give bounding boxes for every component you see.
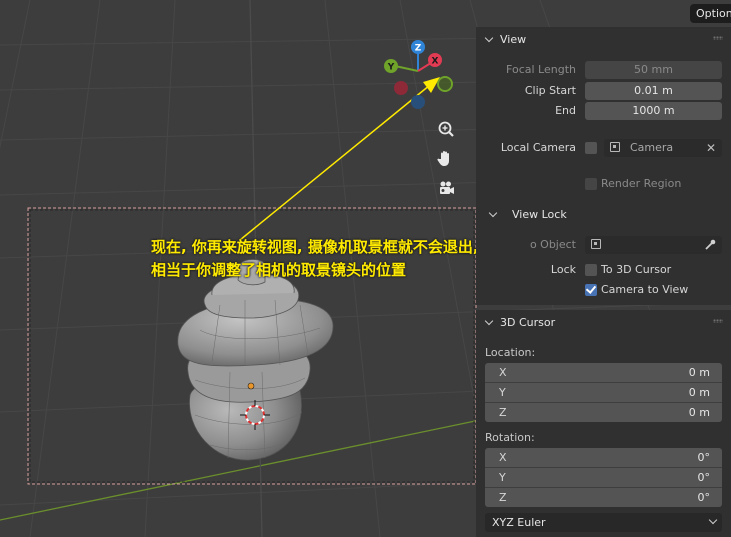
drag-grip-icon[interactable] xyxy=(713,36,723,40)
annotation-line-2: 相当于你调整了相机的取景镜头的位置 xyxy=(151,261,407,279)
clip-start-field[interactable]: 0.01 m xyxy=(585,82,722,100)
annotation-line-1: 现在, 你再来旋转视图, 摄像机取景框就不会退出, xyxy=(151,238,479,256)
clip-end-field[interactable]: 1000 m xyxy=(585,102,722,120)
gizmo-x-label: X xyxy=(432,57,439,67)
local-camera-value: Camera xyxy=(630,141,674,154)
chevron-down-icon xyxy=(708,515,718,525)
view-panel: View Focal Length 50 mm Clip Start 0.01 … xyxy=(476,27,731,305)
rotation-x-field[interactable]: X 0° xyxy=(485,448,722,468)
lock-to-object-row: o Object xyxy=(476,236,731,254)
focal-length-label: Focal Length xyxy=(506,63,576,76)
rotation-y-field[interactable]: Y 0° xyxy=(485,468,722,488)
object-icon xyxy=(591,239,601,249)
view-panel-header[interactable]: View xyxy=(476,27,731,51)
render-region-label: Render Region xyxy=(601,177,682,190)
drag-grip-icon[interactable] xyxy=(713,319,723,323)
lock-object-field[interactable] xyxy=(585,236,722,254)
lock-to-object-label: o Object xyxy=(529,238,576,251)
local-camera-field[interactable]: Camera ✕ xyxy=(604,139,722,157)
lock-cursor-row: Lock To 3D Cursor xyxy=(476,261,731,279)
3d-cursor-panel: 3D Cursor Location: X 0 m Y 0 m Z 0 m Ro… xyxy=(476,310,731,537)
clip-end-row: End 1000 m xyxy=(476,102,731,120)
rotation-y-value: 0° xyxy=(697,471,711,484)
clip-start-label: Clip Start xyxy=(524,84,576,97)
location-z-value: 0 m xyxy=(688,406,710,419)
object-origin xyxy=(247,382,255,390)
annotation-text: 现在, 你再来旋转视图, 摄像机取景框就不会退出, 相当于你调整了相机的取景镜头… xyxy=(151,236,479,282)
rotation-z-field[interactable]: Z 0° xyxy=(485,488,722,507)
view-lock-header[interactable]: View Lock xyxy=(476,206,731,224)
lock-label: Lock xyxy=(550,263,576,276)
clip-start-row: Clip Start 0.01 m xyxy=(476,82,731,100)
chevron-down-icon xyxy=(484,316,494,325)
focal-length-field[interactable]: 50 mm xyxy=(585,61,722,79)
hand-icon xyxy=(437,151,449,166)
clear-icon[interactable]: ✕ xyxy=(706,139,716,157)
location-label: Location: xyxy=(485,346,536,359)
view-panel-title: View xyxy=(500,32,527,46)
location-y-value: 0 m xyxy=(688,386,710,399)
location-x-field[interactable]: X 0 m xyxy=(485,363,722,383)
location-y-field[interactable]: Y 0 m xyxy=(485,383,722,403)
camera-icon xyxy=(440,181,454,194)
to-3d-cursor-checkbox[interactable] xyxy=(585,264,597,276)
eyedropper-icon[interactable] xyxy=(703,238,717,252)
rotation-y-label: Y xyxy=(499,471,506,484)
location-x-label: X xyxy=(499,366,507,379)
local-camera-row: Local Camera Camera ✕ xyxy=(476,139,731,157)
location-z-field[interactable]: Z 0 m xyxy=(485,403,722,422)
rotation-mode-value: XYZ Euler xyxy=(492,516,546,529)
zoom-icon xyxy=(438,121,454,137)
camera-object-icon xyxy=(610,142,620,152)
3d-cursor-panel-header[interactable]: 3D Cursor xyxy=(476,310,731,334)
location-vector: X 0 m Y 0 m Z 0 m xyxy=(485,363,722,422)
camera-view-button[interactable] xyxy=(434,177,458,201)
rotation-mode-dropdown[interactable]: XYZ Euler xyxy=(485,513,722,532)
chevron-down-icon xyxy=(484,33,494,42)
options-button[interactable]: Options xyxy=(690,4,731,23)
camera-to-view-row: Camera to View xyxy=(476,281,731,299)
clip-end-label: End xyxy=(555,104,576,117)
rotation-label: Rotation: xyxy=(485,431,535,444)
zoom-view-button[interactable] xyxy=(434,118,458,142)
rotation-z-label: Z xyxy=(499,491,507,504)
rotation-vector: X 0° Y 0° Z 0° xyxy=(485,448,722,507)
location-x-value: 0 m xyxy=(688,366,710,379)
3d-cursor-panel-title: 3D Cursor xyxy=(500,315,556,329)
rotation-z-value: 0° xyxy=(697,491,711,504)
rotation-x-value: 0° xyxy=(697,451,711,464)
location-z-label: Z xyxy=(499,406,507,419)
camera-to-view-label: Camera to View xyxy=(601,283,689,296)
focal-length-row: Focal Length 50 mm xyxy=(476,61,731,79)
pan-view-button[interactable] xyxy=(434,147,458,171)
camera-to-view-checkbox[interactable] xyxy=(585,284,597,296)
gizmo-z-label: Z xyxy=(415,44,422,54)
render-region-checkbox[interactable] xyxy=(585,178,597,190)
gizmo-y-label: Y xyxy=(387,63,395,73)
chevron-down-icon xyxy=(488,208,498,218)
local-camera-checkbox[interactable] xyxy=(585,142,597,154)
render-region-row: Render Region xyxy=(476,175,731,193)
location-y-label: Y xyxy=(499,386,506,399)
to-3d-cursor-label: To 3D Cursor xyxy=(601,263,672,276)
local-camera-label: Local Camera xyxy=(500,141,576,154)
rotation-x-label: X xyxy=(499,451,507,464)
view-lock-title: View Lock xyxy=(512,208,567,221)
